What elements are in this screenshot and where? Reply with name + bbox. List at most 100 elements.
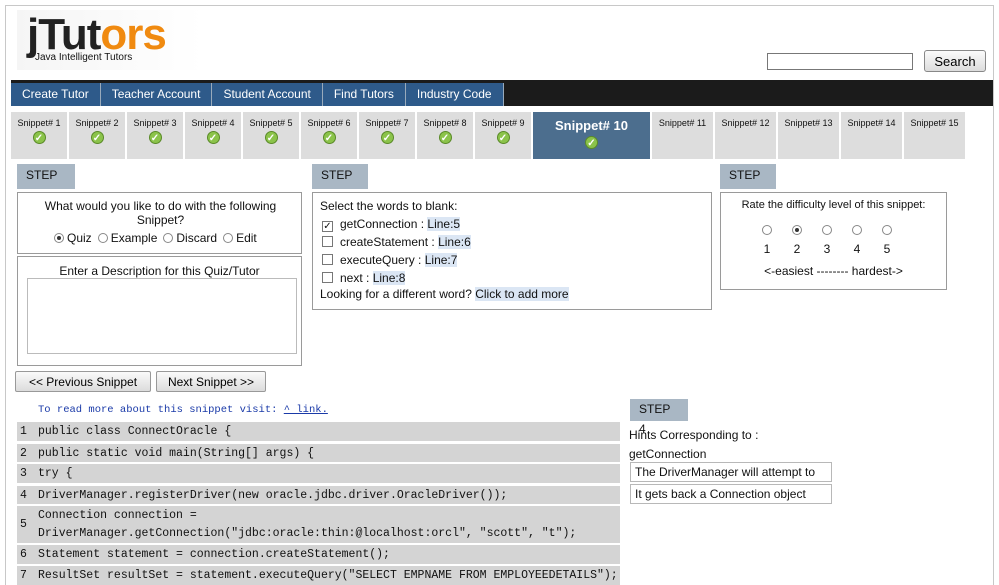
snippet-tab-4[interactable]: Snippet# 4 ✓ <box>185 112 241 159</box>
code-line-6: 6 Statement statement = connection.create… <box>17 545 620 564</box>
snippet-tab-10[interactable]: Snippet# 10 ✓ <box>533 112 650 159</box>
step3-box: Rate the difficulty level of this snippe… <box>720 192 947 290</box>
main-nav: Create Tutor Teacher Account Student Accou… <box>11 83 504 106</box>
radio-edit[interactable] <box>223 233 234 243</box>
description-box: Enter a Description for this Quiz/Tutor <box>17 256 302 366</box>
snippet-tab-label: Snippet# 8 <box>423 118 467 128</box>
code-line-number: 2 <box>20 447 27 460</box>
snippet-tabs: Snippet# 1 ✓ Snippet# 2 ✓ Snippet# 3 ✓ Snippet… <box>11 112 967 159</box>
option-label-discard: Discard <box>176 231 218 245</box>
snippet-tab-3[interactable]: Snippet# 3 ✓ <box>127 112 183 159</box>
description-label: Enter a Description for this Quiz/Tutor <box>59 264 260 278</box>
snippet-tab-label: Snippet# 15 <box>910 118 959 128</box>
code-line-number: 6 <box>20 548 27 561</box>
code-line-3: 3 try { <box>17 464 620 483</box>
code-line-text-cont: DriverManager.getConnection("jdbc:oracle… <box>38 527 577 540</box>
word-label: next <box>340 271 363 285</box>
code-line-7: 7 ResultSet resultSet = statement.execute… <box>17 566 620 585</box>
snippet-tab-1[interactable]: Snippet# 1 ✓ <box>11 112 67 159</box>
nav-item-find-tutors[interactable]: Find Tutors <box>322 83 406 106</box>
check-icon: ✓ <box>438 131 452 144</box>
nav-item-teacher-account[interactable]: Teacher Account <box>100 83 213 106</box>
difficulty-label: 1 <box>763 242 771 256</box>
difficulty-scale: <-easiest -------- hardest-> <box>764 264 903 278</box>
code-line-number: 7 <box>20 569 27 582</box>
option-label-edit: Edit <box>236 231 257 245</box>
word-line-link[interactable]: Line:6 <box>438 235 471 249</box>
add-more-link[interactable]: Click to add more <box>475 287 569 301</box>
snippet-tab-label: Snippet# 11 <box>658 118 707 128</box>
radio-quiz[interactable] <box>54 233 64 243</box>
snippet-tab-9[interactable]: Snippet# 9 ✓ <box>475 112 531 159</box>
hint-2[interactable]: It gets back a Connection object <box>630 484 832 504</box>
code-line-4: 4 DriverManager.registerDriver(new oracle… <box>17 486 620 504</box>
hint-word: getConnection <box>629 447 707 461</box>
snippet-tab-label: Snippet# 7 <box>365 118 409 128</box>
difficulty-level-3: 3 <box>821 223 833 256</box>
word-line-link[interactable]: Line:5 <box>427 217 461 231</box>
word-separator: : <box>414 253 425 267</box>
previous-snippet-button[interactable]: << Previous Snippet <box>15 371 151 392</box>
option-label-example: Example <box>110 231 158 245</box>
code-line-number: 5 <box>20 518 27 531</box>
difficulty-radio-5[interactable] <box>882 225 892 235</box>
search-input[interactable] <box>767 53 913 70</box>
snippet-tab-7[interactable]: Snippet# 7 ✓ <box>359 112 415 159</box>
snippet-tab-14[interactable]: Snippet# 14 <box>841 112 902 159</box>
search-button[interactable]: Search <box>924 50 986 72</box>
word-line-link[interactable]: Line:8 <box>372 271 406 285</box>
next-snippet-button[interactable]: Next Snippet >> <box>156 371 266 392</box>
word-checkbox-next[interactable] <box>322 272 333 283</box>
snippet-tab-label: Snippet# 5 <box>249 118 293 128</box>
difficulty-level-5: 5 <box>881 223 893 256</box>
hints-label: Hints Corresponding to : <box>629 428 759 442</box>
snippet-tab-label: Snippet# 4 <box>191 118 235 128</box>
difficulty-radio-1[interactable] <box>762 225 772 235</box>
step2-tab: STEP 2 <box>312 164 368 204</box>
snippet-tab-label: Snippet# 3 <box>133 118 177 128</box>
word-checkbox-executeQuery[interactable] <box>322 254 333 265</box>
step1-question: What would you like to do with the follo… <box>44 199 277 227</box>
code-line-text: public static void main(String[] args) { <box>38 447 315 460</box>
snippet-tab-label: Snippet# 14 <box>847 118 896 128</box>
snippet-tab-15[interactable]: Snippet# 15 <box>904 112 965 159</box>
snippet-tab-label: Snippet# 1 <box>17 118 61 128</box>
radio-discard[interactable] <box>163 233 174 243</box>
check-icon: ✓ <box>585 136 598 149</box>
difficulty-radio-2[interactable] <box>792 225 802 235</box>
word-checkbox-getConnection[interactable]: ✓ <box>322 221 333 232</box>
word-checkbox-createStatement[interactable] <box>322 236 333 247</box>
snippet-tab-5[interactable]: Snippet# 5 ✓ <box>243 112 299 159</box>
word-option: executeQuery : Line:7 <box>322 251 471 269</box>
read-more-link[interactable]: ^ link. <box>284 404 328 416</box>
nav-item-student-account[interactable]: Student Account <box>212 83 323 106</box>
step4-tab: STEP 4 <box>630 399 688 436</box>
snippet-tab-12[interactable]: Snippet# 12 <box>715 112 776 159</box>
snippet-tab-label: Snippet# 10 <box>555 118 628 133</box>
snippet-tab-13[interactable]: Snippet# 13 <box>778 112 839 159</box>
radio-example[interactable] <box>97 233 108 243</box>
nav-item-industry-code[interactable]: Industry Code <box>405 83 504 106</box>
logo-subtitle: Java Intelligent Tutors <box>35 52 133 63</box>
read-more: To read more about this snippet visit: ^… <box>38 404 328 416</box>
snippet-tab-11[interactable]: Snippet# 11 <box>652 112 713 159</box>
word-separator: : <box>428 235 439 249</box>
check-icon: ✓ <box>380 131 394 144</box>
description-textarea[interactable] <box>27 278 297 354</box>
check-icon: ✓ <box>322 131 336 144</box>
snippet-tab-label: Snippet# 2 <box>75 118 119 128</box>
difficulty-radio-4[interactable] <box>852 225 862 235</box>
word-label: createStatement <box>340 235 429 249</box>
check-icon: ✓ <box>90 131 104 144</box>
nav-item-create-tutor[interactable]: Create Tutor <box>11 83 101 106</box>
difficulty-radio-3[interactable] <box>822 225 832 235</box>
word-line-link[interactable]: Line:7 <box>424 253 458 267</box>
snippet-tab-2[interactable]: Snippet# 2 ✓ <box>69 112 125 159</box>
hint-1[interactable]: The DriverManager will attempt to <box>630 462 832 482</box>
snippet-tab-6[interactable]: Snippet# 6 ✓ <box>301 112 357 159</box>
snippet-tab-8[interactable]: Snippet# 8 ✓ <box>417 112 473 159</box>
step3-title: Rate the difficulty level of this snippe… <box>741 199 926 211</box>
code-line-text: Connection connection = <box>38 509 197 522</box>
word-separator: : <box>417 217 428 231</box>
add-more-prompt: Looking for a different word? <box>320 287 472 301</box>
